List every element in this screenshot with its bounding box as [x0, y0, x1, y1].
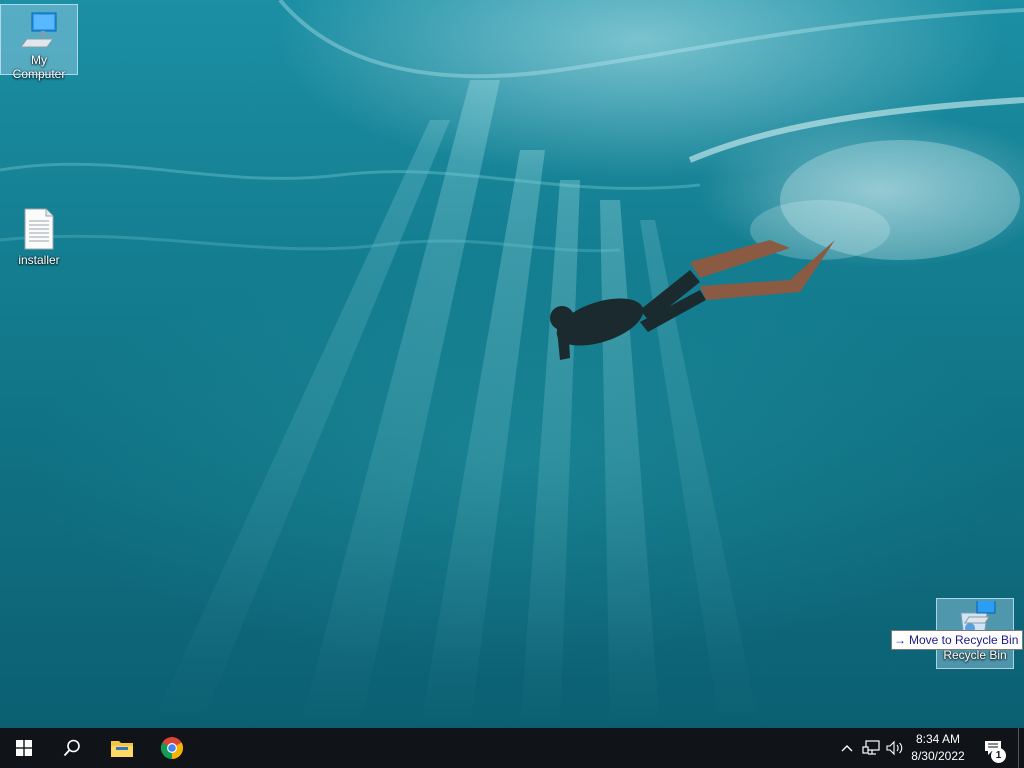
desktop-icon-installer[interactable]: installer: [1, 203, 77, 273]
show-hidden-icons-button[interactable]: [838, 728, 856, 768]
windows-start-icon: [16, 740, 32, 756]
clock-date: 8/30/2022: [911, 749, 965, 763]
desktop-icon-label: installer: [18, 253, 60, 267]
file-explorer-icon: [111, 741, 133, 757]
desktop-icon-my-computer[interactable]: My Computer: [0, 4, 78, 81]
search-icon: [63, 739, 80, 757]
clock-time: 8:34 AM: [915, 732, 961, 746]
desktop-icon-label: Recycle Bin: [943, 648, 1007, 662]
desktop-icon-label: My Computer: [12, 53, 66, 81]
volume-button[interactable]: [884, 728, 906, 768]
volume-icon: [886, 740, 903, 756]
start-button[interactable]: [0, 728, 48, 768]
desktop[interactable]: My Computer installer Recycle Bin →Move: [0, 0, 1024, 728]
show-desktop-button[interactable]: [1018, 728, 1024, 768]
wallpaper-surface: [0, 0, 1024, 360]
wallpaper-light-rays: [150, 80, 760, 728]
computer-icon: [20, 12, 57, 48]
chrome-icon: [161, 737, 183, 759]
diver-silhouette: [550, 240, 835, 360]
taskbar: 8:34 AM 8/30/2022: [0, 728, 1024, 768]
network-icon: [862, 740, 880, 755]
chevron-up-icon: [841, 745, 853, 752]
drag-tooltip-text: Move to Recycle Bin: [909, 633, 1019, 647]
clock[interactable]: 8:34 AM 8/30/2022: [905, 731, 971, 765]
taskbar-file-explorer[interactable]: [98, 728, 146, 768]
text-file-icon: [24, 208, 54, 250]
drag-tooltip: → Move to Recycle Bin: [891, 630, 1024, 650]
network-button[interactable]: [860, 728, 882, 768]
notification-count-badge: 1: [991, 748, 1006, 763]
search-button[interactable]: [48, 728, 96, 768]
dragged-computer-icon-ghost: [964, 601, 996, 624]
arrow-right-icon: →: [894, 633, 906, 647]
taskbar-chrome[interactable]: [148, 728, 196, 768]
